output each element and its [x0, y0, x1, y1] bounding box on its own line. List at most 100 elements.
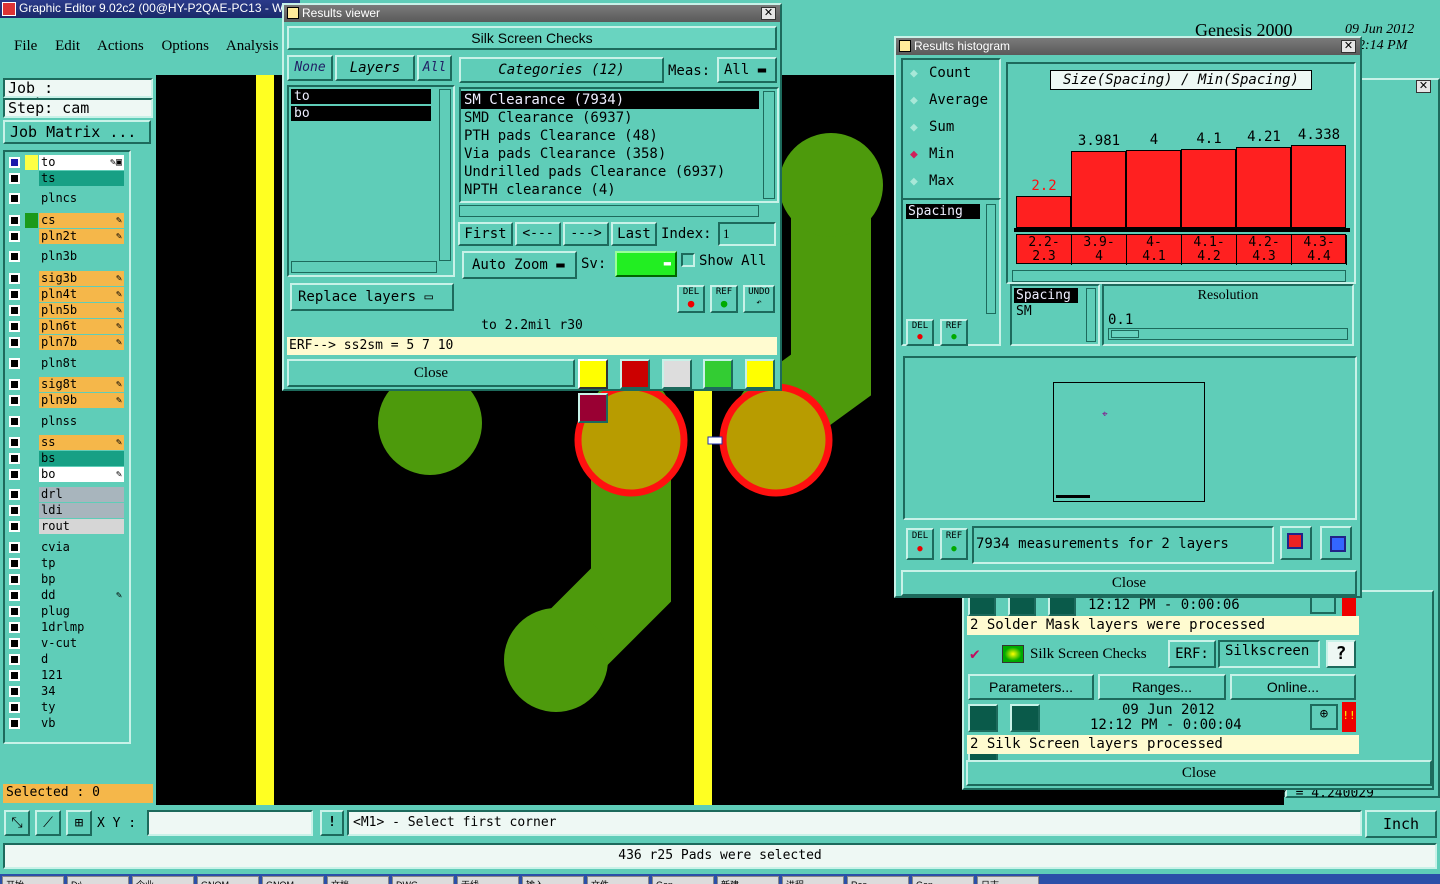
layer-row-pln2t[interactable]: pln2t ✎ [6, 229, 124, 244]
layer-row-1drlmp[interactable]: 1drlmp [6, 620, 124, 635]
layer-row-rout[interactable]: rout [6, 519, 124, 534]
last-button[interactable]: Last [611, 222, 657, 246]
prev-button[interactable]: <--- [515, 222, 561, 246]
layer-checkbox[interactable] [9, 305, 20, 316]
layer-row-pln6t[interactable]: pln6t ✎ [6, 319, 124, 334]
layer-item-to[interactable]: to [291, 89, 431, 104]
run-sel-icon[interactable] [1047, 596, 1076, 616]
rv-close-button[interactable]: Close [287, 359, 575, 387]
tool-measure-icon[interactable]: ⟋ [35, 810, 61, 836]
histogram-bar[interactable] [1126, 150, 1181, 228]
histogram-icon[interactable] [578, 393, 608, 423]
taskbar-item[interactable]: 日志 [977, 876, 1039, 884]
rv-undo-button[interactable]: UNDO ↶ [743, 285, 775, 313]
resolution-slider[interactable] [1108, 328, 1348, 340]
histogram-range-label[interactable]: 4.3- 4.4 [1292, 235, 1347, 265]
histogram-bar[interactable] [1236, 147, 1291, 228]
layer-row-to[interactable]: to ✎▣ [6, 155, 124, 170]
layer-row-ty[interactable]: ty [6, 700, 124, 715]
mode-option-min[interactable]: ◆ Min [903, 141, 999, 168]
taskbar-item[interactable]: 进程 [782, 876, 844, 884]
tab-none[interactable]: None [287, 55, 333, 81]
taskbar-item[interactable]: 文档 [327, 876, 389, 884]
layer-checkbox[interactable] [9, 437, 20, 448]
taskbar-item[interactable]: 无线 [457, 876, 519, 884]
rv-del-button[interactable]: DEL ● [677, 285, 705, 313]
layer-row-cs[interactable]: cs ✎ [6, 213, 124, 228]
hist-del-button[interactable]: DEL ● [906, 528, 934, 560]
replace-layers-button[interactable]: Replace layers ▭ [290, 283, 454, 311]
rv-ref-button[interactable]: REF ● [710, 285, 738, 313]
report-icon[interactable] [619, 359, 650, 389]
spacing-vscroll[interactable] [1086, 288, 1096, 342]
left-list-vscroll[interactable] [986, 204, 996, 314]
category-item[interactable]: PTH pads Clearance (48) [461, 127, 759, 145]
menu-edit[interactable]: Edit [55, 38, 80, 54]
job-matrix-button[interactable]: Job Matrix ... [3, 120, 151, 144]
export-icon[interactable] [1280, 526, 1312, 560]
layer-checkbox[interactable] [9, 590, 20, 601]
histogram-range-label[interactable]: 4- 4.1 [1127, 235, 1182, 265]
layer-row-sig8t[interactable]: sig8t ✎ [6, 377, 124, 392]
layer-checkbox[interactable] [9, 358, 20, 369]
taskbar-item[interactable]: 企业 [132, 876, 194, 884]
layer-checkbox[interactable] [9, 654, 20, 665]
categories-list[interactable]: SM Clearance (7934) SMD Clearance (6937) P… [459, 87, 779, 203]
taskbar-item[interactable]: 输入 [522, 876, 584, 884]
category-item[interactable]: NPTH clearance (4) [461, 181, 759, 199]
histogram-close-icon[interactable]: ✕ [1341, 40, 1356, 53]
layer-row-pln7b[interactable]: pln7b ✎ [6, 335, 124, 350]
layer-checkbox[interactable] [9, 251, 20, 262]
left-list-item[interactable]: Spacing [906, 204, 980, 219]
import-icon[interactable] [1320, 526, 1352, 560]
layer-row-ldi[interactable]: ldi [6, 503, 124, 518]
layer-row-d[interactable]: d [6, 652, 124, 667]
taskbar-item[interactable]: GNOM [197, 876, 259, 884]
histogram-range-label[interactable]: 2.2- 2.3 [1017, 235, 1072, 265]
tool-rotate-icon[interactable]: ⤡ [4, 810, 30, 836]
layer-row-pln3b[interactable]: pln3b [6, 249, 124, 264]
layer-checkbox[interactable] [9, 469, 20, 480]
layer-checkbox[interactable] [9, 395, 20, 406]
warning-icon[interactable]: ! [320, 810, 344, 836]
layer-checkbox[interactable] [9, 574, 20, 585]
layer-checkbox[interactable] [9, 157, 20, 168]
layer-checkbox[interactable] [9, 321, 20, 332]
layer-checkbox[interactable] [9, 416, 20, 427]
layer-row-ts[interactable]: ts [6, 171, 124, 186]
rv-layer-list[interactable]: to bo [287, 85, 455, 277]
tool-grid-icon[interactable]: ⊞ [66, 810, 92, 836]
index-input[interactable]: 1 [718, 222, 776, 246]
layer-checkbox[interactable] [9, 542, 20, 553]
taskbar-item[interactable]: Gen [912, 876, 974, 884]
layer-row-121[interactable]: 121 [6, 668, 124, 683]
layer-checkbox[interactable] [9, 379, 20, 390]
spacing-item-selected[interactable]: Spacing [1014, 288, 1078, 303]
run-all-icon[interactable] [1007, 596, 1036, 616]
numbers-icon[interactable] [703, 359, 734, 389]
ref-crossed-icon[interactable] [661, 359, 692, 389]
histogram-bar[interactable] [1291, 145, 1346, 228]
rv-layer-hscroll[interactable] [291, 261, 437, 273]
check-checkbox[interactable]: ✔ [970, 644, 986, 663]
menu-file[interactable]: File [14, 38, 37, 54]
spacing-list[interactable]: Spacing SM [1010, 284, 1100, 346]
layer-row-bs[interactable]: bs [6, 451, 124, 466]
histogram-range-label[interactable]: 3.9- 4 [1072, 235, 1127, 265]
xy-input[interactable] [147, 810, 313, 836]
run-all-icon-2[interactable] [1009, 704, 1040, 732]
categories-hscroll[interactable] [459, 205, 759, 217]
layer-checkbox[interactable] [9, 622, 20, 633]
layer-row-bp[interactable]: bp [6, 572, 124, 587]
sv-color-dropdown[interactable]: ▬ [615, 251, 677, 277]
histogram-range-label[interactable]: 4.1- 4.2 [1182, 235, 1237, 265]
hist-ref-button-left[interactable]: REF ● [940, 319, 968, 346]
layer-checkbox[interactable] [9, 718, 20, 729]
zoom-icon-2[interactable]: ⊕ [1310, 704, 1338, 730]
results-viewer-close-icon[interactable]: ✕ [761, 7, 776, 20]
layer-checkbox[interactable] [9, 558, 20, 569]
histogram-bar[interactable] [1181, 149, 1236, 228]
hist-ref-button[interactable]: REF ● [940, 528, 968, 560]
mode-option-average[interactable]: ◆ Average [903, 87, 999, 114]
mode-option-sum[interactable]: ◆ Sum [903, 114, 999, 141]
